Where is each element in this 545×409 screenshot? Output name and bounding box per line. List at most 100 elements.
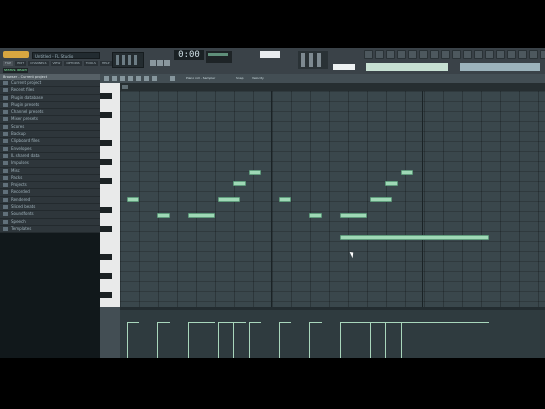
settings-icon[interactable] [441, 50, 450, 59]
black-key[interactable] [100, 254, 112, 260]
menu-edit[interactable]: EDIT [15, 61, 27, 66]
note[interactable] [400, 170, 413, 175]
plugin-icon[interactable] [419, 50, 428, 59]
velocity-stem[interactable] [385, 322, 387, 358]
menu-view[interactable]: VIEW [50, 61, 63, 66]
zoom-icon[interactable] [144, 76, 149, 81]
channel-icon[interactable] [430, 50, 439, 59]
velocity-stem[interactable] [279, 322, 280, 358]
browser-item[interactable]: Current project [0, 80, 100, 88]
wave-icon[interactable] [518, 50, 527, 59]
link-icon[interactable] [507, 50, 516, 59]
browser-item[interactable]: Recorded [0, 189, 100, 197]
help-icon[interactable] [452, 50, 461, 59]
info-icon[interactable] [463, 50, 472, 59]
browser-icon[interactable] [397, 50, 406, 59]
menu-help[interactable]: HELP [99, 61, 112, 66]
browser-item[interactable]: IL shared data [0, 152, 100, 161]
browser-item[interactable]: Backup [0, 131, 100, 139]
pencil-icon[interactable] [112, 76, 117, 81]
black-key[interactable] [100, 206, 112, 213]
menu-channels[interactable]: CHANNELS [28, 61, 49, 66]
event-selector[interactable] [100, 307, 120, 358]
snap-icon[interactable] [485, 50, 494, 59]
velocity-stem[interactable] [157, 322, 159, 358]
note[interactable] [248, 170, 261, 175]
velocity-stem[interactable] [127, 322, 128, 358]
note[interactable] [370, 197, 392, 202]
menu-tools[interactable]: TOOLS [83, 61, 98, 66]
view-icon[interactable] [540, 50, 545, 59]
velocity-stem[interactable] [400, 322, 402, 358]
black-key[interactable] [100, 292, 112, 298]
note[interactable] [385, 180, 398, 186]
note-grid[interactable] [120, 91, 545, 307]
black-key[interactable] [100, 140, 112, 146]
browser-item[interactable]: Packs [0, 174, 100, 183]
browser-item[interactable]: Soundfonts [0, 211, 100, 219]
note[interactable] [339, 213, 368, 219]
horizontal-scrollbar[interactable] [120, 83, 545, 91]
pattern-selector[interactable] [260, 51, 280, 58]
velocity-stem[interactable] [370, 322, 372, 358]
playlist-icon[interactable] [364, 50, 373, 59]
velocity-panel[interactable] [120, 310, 545, 358]
menu-arrow-icon[interactable] [104, 76, 109, 81]
delete-icon[interactable] [128, 76, 133, 81]
master-volume-sliders[interactable] [298, 51, 328, 69]
mixer-icon[interactable] [408, 50, 417, 59]
velocity-stem[interactable] [218, 322, 220, 358]
select-icon[interactable] [136, 76, 141, 81]
black-key[interactable] [100, 159, 112, 165]
stop-icon[interactable] [157, 60, 163, 66]
tool-icon[interactable] [474, 50, 483, 59]
velocity-stem[interactable] [233, 322, 235, 358]
note[interactable] [218, 197, 240, 202]
browser-item[interactable]: Impulses [0, 160, 100, 168]
record-icon[interactable] [164, 60, 170, 66]
browser-item[interactable]: Envelopes [0, 145, 100, 153]
note[interactable] [309, 213, 322, 219]
black-key[interactable] [100, 273, 112, 279]
play-icon[interactable] [152, 76, 157, 81]
step-sequencer-icon[interactable] [375, 50, 384, 59]
tool-label[interactable]: Velocity [252, 75, 264, 82]
note[interactable] [279, 197, 292, 202]
browser-item[interactable]: Rendered [0, 196, 100, 205]
browser-item[interactable]: Clipboard files [0, 138, 100, 146]
browser-item[interactable]: Plugin database [0, 94, 100, 102]
song-title-field[interactable]: Untitled - FL Studio [32, 52, 100, 59]
velocity-stem[interactable] [309, 322, 311, 358]
note[interactable] [187, 213, 216, 219]
browser-item[interactable]: Sliced beats [0, 204, 100, 212]
snap-icon[interactable] [170, 76, 175, 81]
note[interactable] [339, 234, 489, 240]
piano-roll-icon[interactable] [386, 50, 395, 59]
black-key[interactable] [100, 92, 112, 99]
browser-item[interactable]: Misc [0, 167, 100, 175]
browser-item[interactable]: Channel presets [0, 109, 100, 117]
velocity-stem[interactable] [339, 322, 341, 358]
browser-item[interactable]: Mixer presets [0, 116, 100, 124]
note[interactable] [233, 180, 246, 186]
tempo-knobs[interactable] [112, 52, 144, 68]
tempo-display[interactable] [206, 51, 232, 63]
scrollbar-thumb[interactable] [122, 85, 128, 89]
snap-label[interactable]: Snap [236, 75, 244, 82]
magnet-icon[interactable] [496, 50, 505, 59]
black-key[interactable] [100, 178, 112, 184]
play-icon[interactable] [150, 60, 156, 66]
browser-item[interactable]: Speech [0, 218, 100, 226]
cloud-icon[interactable] [529, 50, 538, 59]
browser-item[interactable]: Projects [0, 182, 100, 190]
velocity-stem[interactable] [248, 322, 250, 358]
browser-item[interactable]: Plugin presets [0, 101, 100, 110]
note[interactable] [157, 213, 170, 219]
browser-item[interactable]: Templates [0, 225, 100, 234]
black-key[interactable] [100, 111, 112, 118]
velocity-stem[interactable] [187, 322, 189, 358]
piano-keyboard[interactable] [100, 83, 120, 307]
menu-options[interactable]: OPTIONS [64, 61, 82, 66]
note[interactable] [127, 197, 140, 202]
black-key[interactable] [100, 225, 112, 232]
